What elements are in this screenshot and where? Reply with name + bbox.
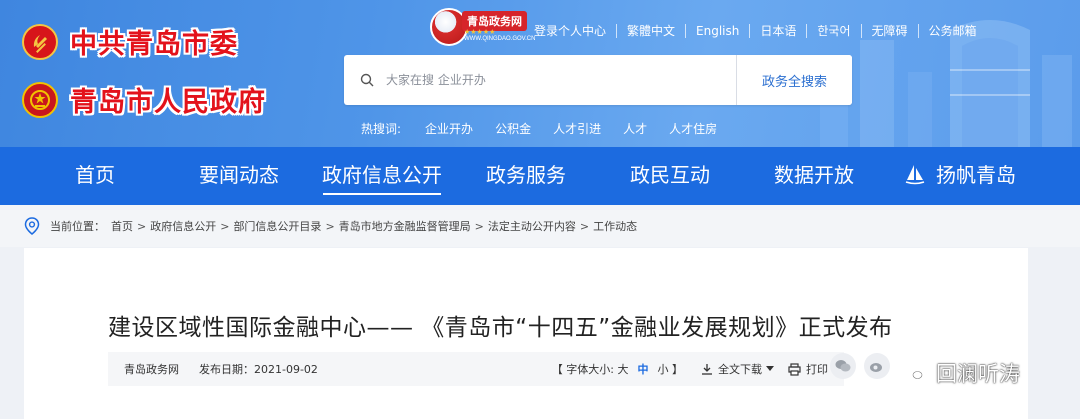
site-header: 中共青岛市委 青岛市人民政府 青岛政务网 ★★★★★ WWW.QINGDAO.G… [0, 0, 1080, 147]
nav-item-open-data[interactable]: 数据开放 [764, 147, 864, 205]
printer-icon [788, 362, 801, 376]
breadcrumb-separator: > [137, 219, 147, 233]
nav-item-sail-qingdao[interactable]: 扬帆青岛 [898, 147, 1022, 205]
nav-item-gov-info[interactable]: 政府信息公开 [318, 147, 446, 205]
breadcrumb-label: 当前位置： [50, 220, 105, 233]
article-source: 青岛政务网 [124, 363, 179, 376]
portal-logo-sub: WWW.QINGDAO.GOV.CN [464, 36, 536, 42]
search-input[interactable] [386, 56, 736, 104]
breadcrumb-item[interactable]: 部门信息公开目录 [233, 218, 321, 234]
hot-search-label: 热搜词: [361, 122, 402, 136]
breadcrumb: 当前位置： 首页 > 政府信息公开 > 部门信息公开目录 > 青岛市地方金融监督… [0, 205, 1080, 247]
hot-term[interactable]: 人才 [623, 120, 647, 137]
wechat-share-icon[interactable] [830, 353, 856, 379]
link-english[interactable]: English [685, 24, 749, 38]
main-nav: 首页 要闻动态 政府信息公开 政务服务 政民互动 数据开放 扬帆青岛 [0, 147, 1080, 205]
national-emblem-icon [22, 81, 58, 118]
article-title: 建设区域性国际金融中心—— 《青岛市“十四五”金融业发展规划》正式发布 [108, 315, 893, 341]
portal-logo[interactable]: 青岛政务网 ★★★★★ WWW.QINGDAO.GOV.CN [430, 8, 535, 46]
top-links: 登录个人中心 繁體中文 English 日本语 한국어 无障碍 公务邮箱 [534, 22, 987, 40]
download-icon [702, 364, 712, 375]
link-japanese[interactable]: 日本语 [749, 24, 806, 38]
download-button[interactable]: 全文下载 [701, 361, 774, 377]
nav-item-news[interactable]: 要闻动态 [186, 147, 292, 205]
breadcrumb-item[interactable]: 政府信息公开 [150, 218, 216, 234]
wechat-logo-icon [902, 360, 928, 386]
breadcrumb-item[interactable]: 法定主动公开内容 [488, 218, 576, 234]
sail-icon [905, 165, 925, 185]
breadcrumb-item[interactable]: 工作动态 [593, 218, 637, 234]
print-label: 打印 [806, 363, 828, 376]
breadcrumb-item[interactable]: 青岛市地方金融监督管理局 [339, 218, 471, 234]
share-buttons [830, 353, 898, 379]
font-size-small-button[interactable]: 小 】 [658, 361, 684, 377]
breadcrumb-separator: > [325, 219, 335, 233]
gov-brand[interactable]: 青岛市人民政府 [22, 80, 266, 119]
hot-term[interactable]: 公积金 [495, 120, 531, 137]
nav-item-home[interactable]: 首页 [48, 147, 142, 205]
search-icon [360, 73, 374, 87]
party-name: 中共青岛市委 [70, 29, 238, 60]
weibo-share-icon[interactable] [864, 353, 890, 379]
party-brand[interactable]: 中共青岛市委 [22, 22, 238, 61]
article-card: 建设区域性国际金融中心—— 《青岛市“十四五”金融业发展规划》正式发布 青岛政务… [24, 248, 1028, 419]
search-box: 政务全搜索 [344, 55, 852, 105]
link-accessibility[interactable]: 无障碍 [860, 24, 918, 38]
nav-item-services[interactable]: 政务服务 [478, 147, 574, 205]
link-official-mail[interactable]: 公务邮箱 [917, 24, 987, 38]
article-meta: 青岛政务网 发布日期：2021-09-02 【 字体大小: 大 中 小 】 全文… [108, 352, 844, 386]
link-login[interactable]: 登录个人中心 [534, 24, 616, 38]
nav-item-label: 扬帆青岛 [936, 163, 1016, 187]
download-label: 全文下载 [718, 363, 762, 376]
print-button[interactable]: 打印 [788, 361, 828, 377]
caret-down-icon [766, 366, 774, 371]
nav-item-interaction[interactable]: 政民互动 [620, 147, 720, 205]
stars-icon: ★★★★★ [464, 29, 496, 36]
font-size-medium-button[interactable]: 中 [638, 361, 649, 377]
party-emblem-icon [22, 23, 58, 60]
article-tools: 【 字体大小: 大 中 小 】 全文下载 打印 [552, 361, 828, 377]
gov-name: 青岛市人民政府 [70, 87, 266, 118]
search-button[interactable]: 政务全搜索 [736, 55, 852, 105]
font-size-label[interactable]: 【 字体大小: 大 [552, 361, 629, 377]
breadcrumb-separator: > [474, 219, 484, 233]
article-date: 发布日期：2021-09-02 [199, 363, 318, 376]
hot-search: 热搜词: 企业开办 公积金 人才引进 人才 人才住房 [361, 120, 739, 137]
hot-term[interactable]: 企业开办 [425, 120, 473, 137]
hot-term[interactable]: 人才引进 [553, 120, 601, 137]
link-korean[interactable]: 한국어 [806, 24, 860, 38]
breadcrumb-separator: > [220, 219, 230, 233]
breadcrumb-item[interactable]: 首页 [111, 218, 133, 234]
hot-term[interactable]: 人才住房 [669, 120, 717, 137]
watermark-text: 回澜听涛 [936, 362, 1020, 386]
link-traditional-chinese[interactable]: 繁體中文 [616, 24, 685, 38]
location-pin-icon [24, 217, 40, 235]
watermark: 回澜听涛 [902, 358, 1020, 388]
breadcrumb-separator: > [579, 219, 590, 233]
